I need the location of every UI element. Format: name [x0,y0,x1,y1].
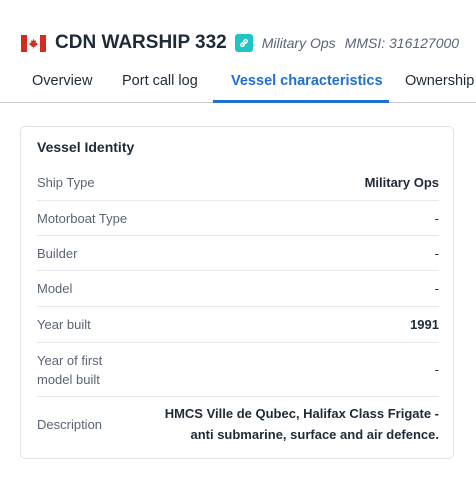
vessel-header: CDN WARSHIP 332 Military Ops MMSI: 31612… [21,30,459,56]
row-label: Model [37,281,73,296]
row-value: - [434,362,439,377]
vessel-category: Military Ops [261,35,336,51]
row-year-built: Year built 1991 [37,307,439,343]
tab-port-call-log[interactable]: Port call log [122,60,198,103]
row-value: - [434,281,439,296]
vessel-identity-card: Vessel Identity Ship Type Military Ops M… [20,126,454,459]
row-year-first-model: Year of first model built - [37,343,439,397]
link-icon[interactable] [234,34,253,52]
row-value: Military Ops [364,175,439,190]
row-label: Year built [37,317,91,332]
row-label: Builder [37,245,78,261]
tab-overview[interactable]: Overview [32,60,92,103]
row-ship-type: Ship Type Military Ops [37,165,439,201]
row-label: Ship Type [37,175,95,190]
canada-flag-icon [21,34,46,52]
row-value: - [434,245,439,261]
tab-ownership[interactable]: Ownership [405,60,474,103]
row-value: 1991 [410,317,439,332]
row-model: Model - [37,271,439,307]
active-tab-indicator [213,100,389,103]
identity-table: Ship Type Military Ops Motorboat Type - … [37,165,439,451]
row-value: - [434,210,439,226]
row-builder: Builder - [37,236,439,271]
row-label: Year of first model built [37,352,103,387]
card-title: Vessel Identity [37,139,135,155]
row-label: Motorboat Type [37,210,128,226]
tab-bar: Overview Port call log Vessel characteri… [0,60,476,103]
row-description: Description HMCS Ville de Qubec, Halifax… [37,397,439,451]
row-value: HMCS Ville de Qubec, Halifax Class Friga… [164,406,439,442]
row-motorboat-type: Motorboat Type - [37,201,439,236]
vessel-name: CDN WARSHIP 332 [55,32,227,53]
row-label: Description [37,416,103,432]
vessel-mmsi: MMSI: 316127000 [344,35,460,51]
tab-vessel-characteristics[interactable]: Vessel characteristics [231,60,383,103]
